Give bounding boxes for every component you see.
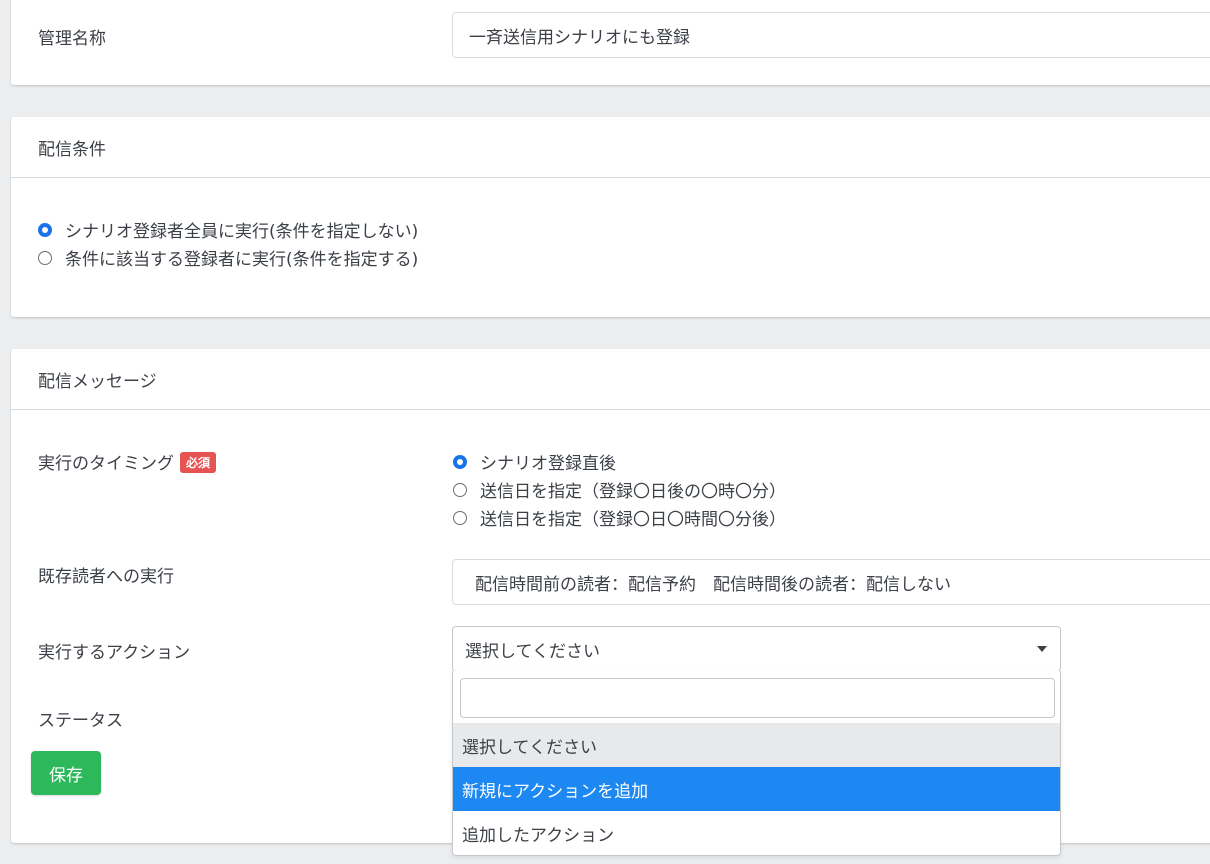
- chevron-down-icon[interactable]: [1037, 646, 1047, 652]
- action-select-value: 選択してください: [465, 641, 600, 662]
- radio-checked-icon[interactable]: [453, 454, 467, 469]
- condition-option-filtered-label: 条件に該当する登録者に実行(条件を指定する): [65, 250, 419, 270]
- timing-option-elapsed[interactable]: 送信日を指定（登録〇日〇時間〇分後）: [453, 505, 786, 530]
- dropdown-option[interactable]: 選択してください: [453, 723, 1060, 767]
- dropdown-option-label: 新規にアクションを追加: [462, 781, 649, 802]
- timing-option-days-after[interactable]: 送信日を指定（登録〇日後の〇時〇分）: [453, 477, 786, 502]
- management-name-value: 一斉送信用シナリオにも登録: [469, 27, 690, 48]
- radio-unchecked-icon[interactable]: [38, 250, 52, 265]
- dropdown-option-label: 選択してください: [462, 737, 597, 758]
- timing-label: 実行のタイミング 必須: [38, 449, 217, 474]
- delivery-message-title: 配信メッセージ: [38, 371, 157, 392]
- existing-readers-field[interactable]: 配信時間前の読者：配信予約 配信時間後の読者：配信しない: [452, 559, 1210, 605]
- radio-checked-icon[interactable]: [38, 222, 52, 237]
- dropdown-option[interactable]: 追加したアクション: [453, 811, 1060, 855]
- delivery-conditions-title: 配信条件: [38, 139, 106, 160]
- timing-label-text: 実行のタイミング: [38, 454, 174, 474]
- action-label: 実行するアクション: [38, 643, 191, 663]
- delivery-conditions-header: 配信条件: [11, 117, 1210, 178]
- radio-unchecked-icon[interactable]: [453, 482, 467, 497]
- management-name-input[interactable]: 一斉送信用シナリオにも登録: [452, 12, 1210, 58]
- timing-option-days-after-label: 送信日を指定（登録〇日後の〇時〇分）: [480, 482, 786, 502]
- condition-option-filtered[interactable]: 条件に該当する登録者に実行(条件を指定する): [38, 245, 418, 270]
- action-search-input[interactable]: [460, 678, 1055, 718]
- condition-option-all-label: シナリオ登録者全員に実行(条件を指定しない): [65, 222, 419, 242]
- radio-unchecked-icon[interactable]: [453, 510, 467, 525]
- timing-option-immediate[interactable]: シナリオ登録直後: [453, 449, 616, 474]
- dropdown-option[interactable]: 新規にアクションを追加: [453, 767, 1060, 811]
- existing-readers-value: 配信時間前の読者：配信予約 配信時間後の読者：配信しない: [475, 574, 951, 595]
- save-button[interactable]: 保存: [31, 751, 101, 795]
- required-badge: 必須: [180, 452, 217, 473]
- action-dropdown: 選択してください 新規にアクションを追加 追加したアクション: [452, 671, 1061, 856]
- management-name-label: 管理名称: [38, 29, 106, 49]
- timing-option-immediate-label: シナリオ登録直後: [480, 454, 616, 474]
- management-name-card: 管理名称 一斉送信用シナリオにも登録: [11, 0, 1210, 85]
- status-label: ステータス: [38, 711, 123, 731]
- delivery-conditions-card: 配信条件 シナリオ登録者全員に実行(条件を指定しない) 条件に該当する登録者に実…: [11, 117, 1210, 317]
- condition-option-all[interactable]: シナリオ登録者全員に実行(条件を指定しない): [38, 217, 418, 242]
- action-select[interactable]: 選択してください: [452, 626, 1061, 672]
- dropdown-option-label: 追加したアクション: [462, 825, 615, 846]
- timing-option-elapsed-label: 送信日を指定（登録〇日〇時間〇分後）: [480, 510, 786, 530]
- delivery-message-header: 配信メッセージ: [11, 349, 1210, 410]
- existing-readers-label: 既存読者への実行: [38, 567, 174, 587]
